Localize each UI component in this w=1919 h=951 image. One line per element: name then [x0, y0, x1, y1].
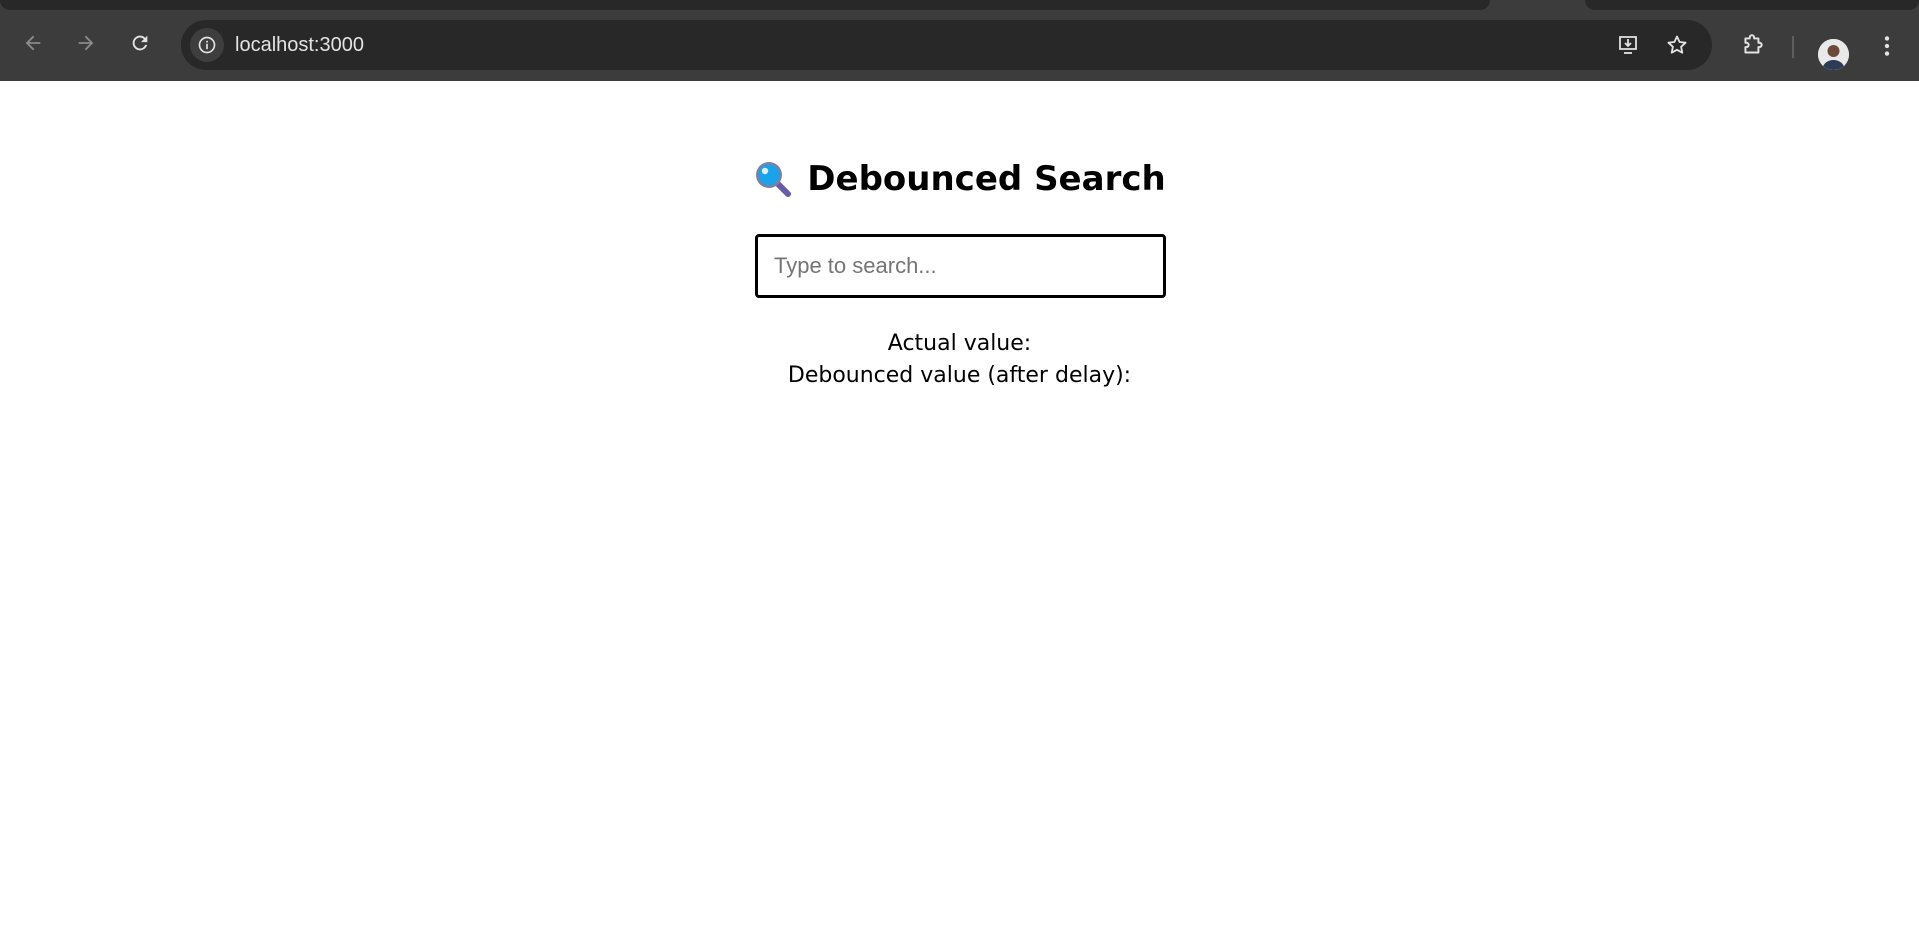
info-icon: [198, 36, 216, 54]
actual-value-label: Actual value:: [887, 331, 1032, 356]
tab-left[interactable]: [0, 0, 1490, 10]
tab-right[interactable]: [1585, 0, 1919, 10]
search-input[interactable]: [755, 234, 1166, 298]
puzzle-icon: [1744, 34, 1763, 54]
extensions-button[interactable]: [1737, 30, 1769, 62]
page-title-text: Debounced Search: [807, 159, 1166, 199]
arrow-right-icon: [78, 35, 94, 51]
toolbar-divider: [1792, 36, 1794, 58]
install-app-icon: [1619, 36, 1637, 54]
install-app-button[interactable]: [1614, 31, 1642, 59]
page-title: Debounced Search: [0, 159, 1919, 199]
arrow-left-icon: [25, 35, 41, 51]
magnifying-glass-icon: [756, 162, 792, 197]
page-content: Debounced Search Actual value: Debounced…: [0, 81, 1919, 951]
reload-icon: [132, 35, 148, 51]
site-info-button[interactable]: [190, 28, 224, 62]
kebab-menu-icon: [1884, 36, 1890, 56]
back-button[interactable]: [15, 25, 51, 61]
forward-button[interactable]: [68, 25, 104, 61]
star-icon: [1667, 35, 1687, 54]
browser-menu-button[interactable]: [1871, 30, 1903, 62]
avatar-image: [1818, 39, 1849, 70]
browser-toolbar: localhost:3000: [0, 10, 1919, 81]
address-bar[interactable]: localhost:3000: [181, 20, 1712, 70]
profile-avatar[interactable]: [1818, 39, 1849, 70]
reload-button[interactable]: [122, 25, 158, 61]
bookmark-button[interactable]: [1663, 31, 1691, 59]
debounced-value-label: Debounced value (after delay):: [787, 363, 1132, 388]
url-text[interactable]: localhost:3000: [235, 34, 364, 57]
tab-strip: [0, 0, 1919, 10]
